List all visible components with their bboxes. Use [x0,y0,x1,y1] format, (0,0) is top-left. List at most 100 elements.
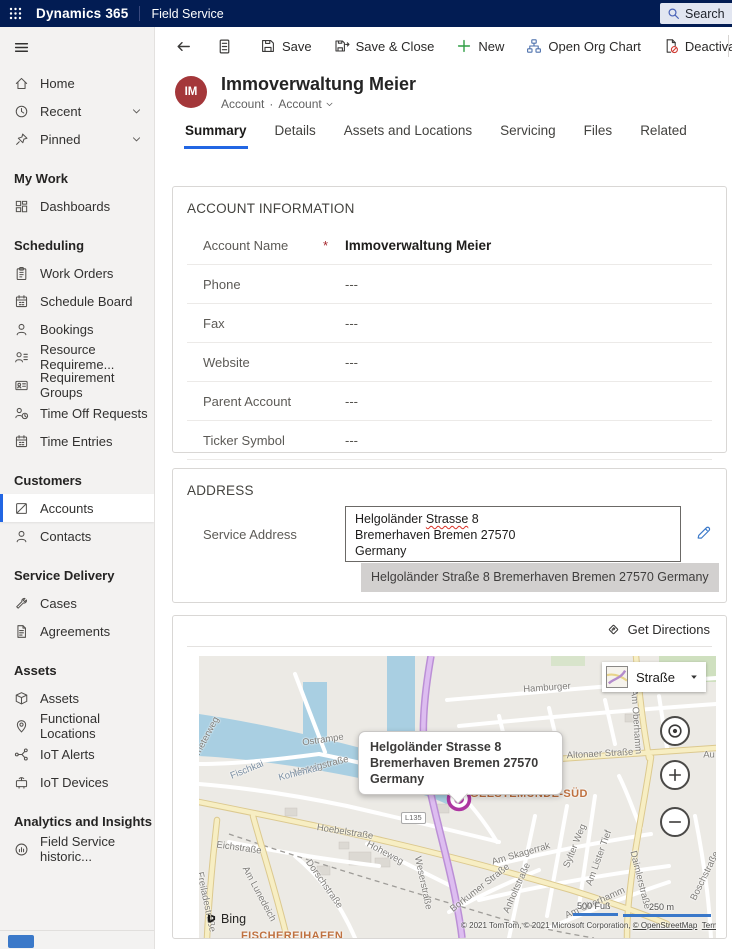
app-launcher-waffle-icon[interactable] [0,0,30,27]
home-icon [14,76,29,91]
map-style-selector[interactable]: Straße [602,662,706,692]
sidebar-section-analytics-and-insights: Analytics and Insights [0,796,154,835]
get-directions-button[interactable]: Get Directions [606,622,710,637]
required-asterisk: * [323,238,337,253]
module-name[interactable]: Field Service [151,7,223,21]
sidebar-item-work-orders[interactable]: Work Orders [0,259,154,287]
sidebar-item-label: Bookings [40,322,93,337]
field-value[interactable]: --- [345,277,358,292]
tab-details[interactable]: Details [274,119,317,149]
address-suggestion-item[interactable]: Helgoländer Straße 8 Bremerhaven Bremen … [361,563,719,592]
deactivate-button[interactable]: Deactivate [652,33,732,59]
field-value[interactable]: --- [345,433,358,448]
locpin-icon [14,719,29,734]
iotalert-icon [14,747,29,762]
field-value[interactable]: --- [345,394,358,409]
sidebar-item-iot-alerts[interactable]: IoT Alerts [0,740,154,768]
locate-icon [666,722,684,740]
sidebar-item-label: Assets [40,691,79,706]
sidebar-item-recent[interactable]: Recent [0,97,154,125]
misspelled-word: Strasse [426,512,468,526]
sidebar-item-functional-locations[interactable]: Functional Locations [0,712,154,740]
sidebar-item-label: Pinned [40,132,80,147]
sidebar-item-bookings[interactable]: Bookings [0,315,154,343]
bing-map[interactable]: OstrampeHerwigstraßeKohlenkaiFischkaimet… [199,656,716,938]
sidebar-item-contacts[interactable]: Contacts [0,522,154,550]
sidebar-item-label: Work Orders [40,266,113,281]
map-locate-button[interactable] [660,716,690,746]
sidebar-item-label: Dashboards [40,199,110,214]
tab-related[interactable]: Related [639,119,688,149]
sidebar-item-agreements[interactable]: Agreements [0,617,154,645]
sidebar-item-cases[interactable]: Cases [0,589,154,617]
global-search-input[interactable]: Search [660,3,732,24]
road-number-badge: L135 [401,812,426,824]
tab-summary[interactable]: Summary [184,119,248,149]
sidebar-item-dashboards[interactable]: Dashboards [0,192,154,220]
field-value[interactable]: Immoverwaltung Meier [345,238,491,253]
person-icon [14,322,29,337]
sidebar-item-pinned[interactable]: Pinned [0,125,154,153]
sidebar-item-label: Home [40,76,75,91]
tab-assets-and-locations[interactable]: Assets and Locations [343,119,473,149]
sidebar-item-assets[interactable]: Assets [0,684,154,712]
field-row-website: Website--- [187,343,712,382]
search-label: Search [685,7,725,21]
scale-metric-bar [623,914,711,917]
map-zoom-in-button[interactable] [660,760,690,790]
sidebar-item-iot-devices[interactable]: IoT Devices [0,768,154,796]
field-value[interactable]: --- [345,355,358,370]
area-switcher-bar [0,930,154,949]
search-icon [667,7,680,20]
scale-imperial-bar [573,913,618,916]
sidebar-section-scheduling: Scheduling [0,220,154,259]
form-selector[interactable]: Account [278,97,333,111]
field-value[interactable]: --- [345,316,358,331]
save-button[interactable]: Save [249,33,323,59]
terms-link[interactable]: Terms [702,921,716,930]
command-bar-divider [728,35,729,57]
field-label: Parent Account [203,394,323,409]
chevron-down-icon [131,106,142,117]
tab-servicing[interactable]: Servicing [499,119,557,149]
tab-files[interactable]: Files [583,119,614,149]
sidebar-item-requirement-groups[interactable]: Requirement Groups [0,371,154,399]
cube-icon [14,691,29,706]
pencil-icon [695,524,712,541]
personclock-icon [14,406,29,421]
calendar-icon [14,294,29,309]
sitemap-collapse-button[interactable] [13,39,30,59]
main-content: SaveSave & CloseNewOpen Org ChartDeactiv… [155,27,732,949]
sidebar-item-label: Recent [40,104,81,119]
save-close-button[interactable]: Save & Close [323,33,446,59]
sidebar-item-resource-requireme[interactable]: Resource Requireme... [0,343,154,371]
sidebar-item-accounts[interactable]: Accounts [0,494,154,522]
service-address-input[interactable]: Helgoländer Strasse 8 Bremerhaven Bremen… [345,506,681,562]
edit-address-button[interactable] [695,524,712,544]
openstreetmap-link[interactable]: © OpenStreetMap [633,921,698,930]
form-view-button[interactable] [208,34,241,59]
bing-logo[interactable]: Bing [205,912,246,926]
field-row-fax: Fax--- [187,304,712,343]
scale-metric-label: 250 m [649,902,674,912]
open-org-chart-button[interactable]: Open Org Chart [515,33,652,59]
field-row-ticker-symbol: Ticker Symbol--- [187,421,712,460]
area-switcher-chip[interactable] [8,935,34,948]
account-information-section: ACCOUNT INFORMATION Account Name* Immover… [172,186,727,453]
sidebar-item-label: Resource Requireme... [40,342,154,372]
app-name[interactable]: Dynamics 365 [36,6,128,21]
histchart-icon [14,842,29,857]
sidebar-item-label: Time Off Requests [40,406,148,421]
back-button[interactable] [167,34,200,59]
map-zoom-out-button[interactable] [660,807,690,837]
sidebar-item-field-service-historic[interactable]: Field Service historic... [0,835,154,863]
section-title: ACCOUNT INFORMATION [173,187,726,220]
sidebar-item-home[interactable]: Home [0,69,154,97]
new-button[interactable]: New [445,33,515,59]
field-label: Account Name [203,238,323,253]
sidebar-item-time-entries[interactable]: Time Entries [0,427,154,455]
section-title: ADDRESS [173,469,726,502]
clock-icon [14,104,29,119]
sidebar-item-schedule-board[interactable]: Schedule Board [0,287,154,315]
sidebar-item-time-off-requests[interactable]: Time Off Requests [0,399,154,427]
